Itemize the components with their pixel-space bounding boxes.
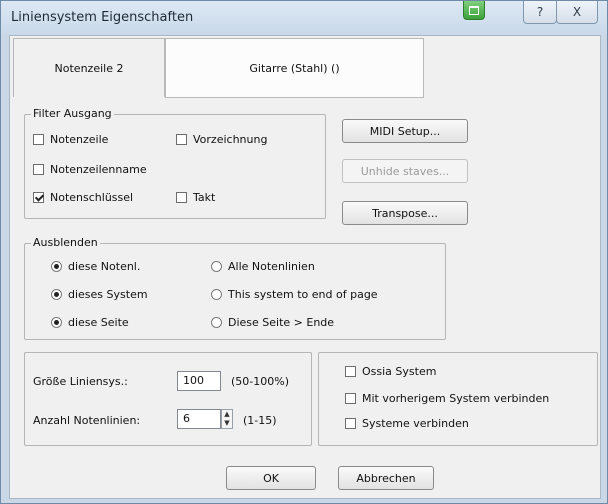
radio-label: diese Notenl. bbox=[68, 260, 141, 273]
radio-label: This system to end of page bbox=[228, 288, 378, 301]
checkbox-box bbox=[345, 366, 356, 377]
checkbox-connect-previous[interactable]: Mit vorherigem System verbinden bbox=[345, 392, 549, 405]
cancel-button[interactable]: Abbrechen bbox=[338, 466, 434, 490]
staff-lines-range: (1-15) bbox=[243, 414, 277, 427]
checkbox-label: Vorzeichnung bbox=[193, 133, 268, 146]
tab-instrument[interactable]: Gitarre (Stahl) () bbox=[165, 38, 424, 98]
midi-setup-button[interactable]: MIDI Setup... bbox=[342, 119, 468, 143]
window-title: Liniensystem Eigenschaften bbox=[11, 10, 194, 25]
radio-dot bbox=[51, 289, 62, 300]
spin-up-icon[interactable]: ▲ bbox=[222, 410, 232, 419]
checkbox-label: Ossia System bbox=[362, 365, 437, 378]
dialog-content: Notenzeile 2 Gitarre (Stahl) () Filter A… bbox=[9, 35, 601, 499]
staff-size-label: Größe Liniensys.: bbox=[33, 375, 128, 388]
system-options-group: Ossia System Mit vorherigem System verbi… bbox=[318, 352, 598, 446]
checkbox-label: Systeme verbinden bbox=[362, 417, 469, 430]
radio-label: dieses System bbox=[68, 288, 148, 301]
dialog-window: Liniensystem Eigenschaften ? X Notenzeil… bbox=[0, 0, 608, 504]
checkbox-notenzeile[interactable]: Notenzeile bbox=[33, 133, 108, 146]
minimize-icon[interactable] bbox=[463, 1, 485, 20]
radio-system-to-end[interactable]: This system to end of page bbox=[211, 288, 378, 301]
tab-label: Notenzeile 2 bbox=[54, 61, 124, 75]
close-button[interactable]: X bbox=[556, 1, 598, 24]
radio-dot bbox=[211, 289, 222, 300]
checkbox-box bbox=[176, 134, 187, 145]
checkbox-box bbox=[33, 134, 44, 145]
checkbox-label: Notenzeile bbox=[50, 133, 109, 146]
checkbox-connect-systems[interactable]: Systeme verbinden bbox=[345, 417, 469, 430]
checkbox-label: Mit vorherigem System verbinden bbox=[362, 392, 550, 405]
spin-down-icon[interactable]: ▼ bbox=[222, 419, 232, 428]
radio-all-staves[interactable]: Alle Notenlinien bbox=[211, 260, 315, 273]
radio-this-staff[interactable]: diese Notenl. bbox=[51, 260, 140, 273]
unhide-staves-button[interactable]: Unhide staves... bbox=[342, 159, 468, 183]
help-button[interactable]: ? bbox=[523, 1, 557, 24]
staff-lines-label: Anzahl Notenlinien: bbox=[33, 414, 141, 427]
filter-output-group: Filter Ausgang Notenzeile Vorzeichnung N… bbox=[24, 107, 326, 219]
checkbox-notenschluessel[interactable]: Notenschlüssel bbox=[33, 191, 133, 204]
checkbox-label: Notenzeilenname bbox=[50, 163, 147, 176]
hide-group: Ausblenden diese Notenl. Alle Notenlinie… bbox=[24, 236, 446, 340]
radio-dot bbox=[51, 261, 62, 272]
checkbox-vorzeichnung[interactable]: Vorzeichnung bbox=[176, 133, 267, 146]
staff-size-group: Größe Liniensys.: 100 (50-100%) Anzahl N… bbox=[24, 352, 312, 446]
checkbox-box bbox=[176, 192, 187, 203]
checkbox-box bbox=[345, 418, 356, 429]
ok-button[interactable]: OK bbox=[226, 466, 316, 490]
radio-dot bbox=[211, 317, 222, 328]
hide-legend: Ausblenden bbox=[31, 236, 100, 249]
transpose-button[interactable]: Transpose... bbox=[342, 201, 468, 225]
radio-this-page[interactable]: diese Seite bbox=[51, 316, 129, 329]
radio-label: diese Seite bbox=[68, 316, 129, 329]
radio-page-to-end[interactable]: Diese Seite > Ende bbox=[211, 316, 334, 329]
checkbox-ossia-system[interactable]: Ossia System bbox=[345, 365, 436, 378]
staff-size-input[interactable]: 100 bbox=[177, 371, 221, 391]
title-bar: Liniensystem Eigenschaften ? X bbox=[1, 1, 607, 35]
filter-output-legend: Filter Ausgang bbox=[31, 107, 114, 120]
checkbox-label: Notenschlüssel bbox=[50, 191, 134, 204]
checkbox-box bbox=[33, 192, 44, 203]
staff-lines-spinner[interactable]: ▲ ▼ bbox=[221, 409, 233, 429]
radio-label: Diese Seite > Ende bbox=[228, 316, 335, 329]
staff-lines-input[interactable]: 6 bbox=[177, 409, 221, 429]
radio-dot bbox=[51, 317, 62, 328]
tab-label: Gitarre (Stahl) () bbox=[249, 61, 340, 75]
checkbox-label: Takt bbox=[193, 191, 216, 204]
checkbox-takt[interactable]: Takt bbox=[176, 191, 215, 204]
radio-dot bbox=[211, 261, 222, 272]
radio-this-system[interactable]: dieses System bbox=[51, 288, 148, 301]
checkbox-box bbox=[33, 164, 44, 175]
staff-size-range: (50-100%) bbox=[231, 375, 289, 388]
radio-label: Alle Notenlinien bbox=[228, 260, 315, 273]
tab-notenzeile[interactable]: Notenzeile 2 bbox=[13, 38, 165, 97]
checkbox-notenzeilenname[interactable]: Notenzeilenname bbox=[33, 163, 147, 176]
checkbox-box bbox=[345, 393, 356, 404]
